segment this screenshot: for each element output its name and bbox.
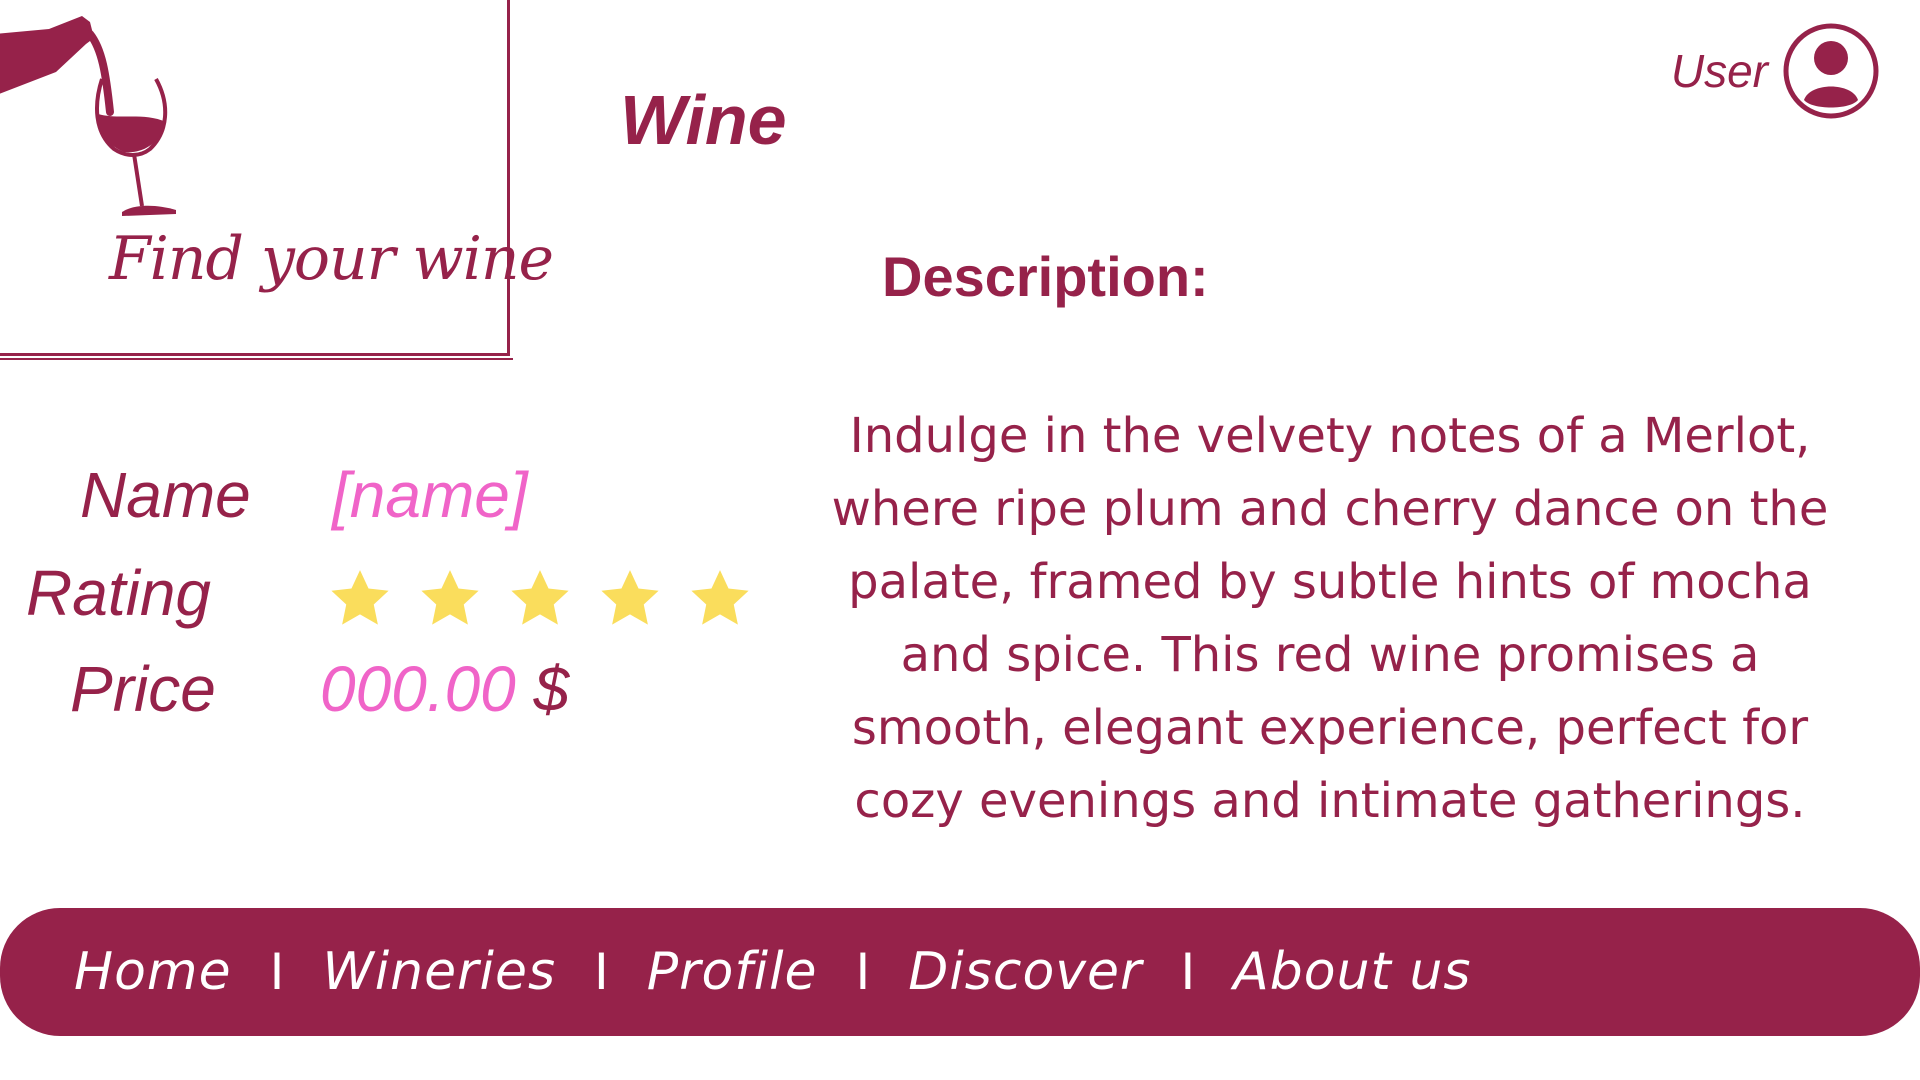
- user-menu[interactable]: User: [1671, 22, 1880, 120]
- nav-separator: I: [1180, 943, 1196, 1001]
- star-icon[interactable]: [506, 566, 574, 632]
- rating-stars[interactable]: [326, 566, 754, 632]
- nav-item-wineries[interactable]: Wineries: [322, 942, 556, 1002]
- bottom-nav: Home I Wineries I Profile I Discover I About us: [0, 908, 1920, 1036]
- user-avatar-icon[interactable]: [1782, 22, 1880, 120]
- description-heading: Description:: [882, 245, 1209, 308]
- star-icon[interactable]: [416, 566, 484, 632]
- nav-item-discover[interactable]: Discover: [908, 942, 1142, 1002]
- nav-item-home[interactable]: Home: [74, 942, 232, 1002]
- wine-detail-page: Find your wine Wine User Description: In…: [0, 0, 1920, 1080]
- nav-separator: I: [269, 943, 285, 1001]
- logo-text: Find your wine: [109, 224, 554, 294]
- nav-separator: I: [855, 943, 871, 1001]
- star-icon[interactable]: [326, 566, 394, 632]
- page-title: Wine: [620, 81, 787, 159]
- user-label: User: [1670, 45, 1768, 97]
- nav-item-about-us[interactable]: About us: [1233, 942, 1471, 1002]
- nav-item-profile[interactable]: Profile: [647, 942, 818, 1002]
- price-amount: 000.00: [320, 653, 516, 725]
- wine-pour-icon: [0, 16, 176, 216]
- name-label: Name: [80, 459, 251, 531]
- rating-label: Rating: [26, 557, 211, 629]
- star-icon[interactable]: [596, 566, 664, 632]
- star-icon[interactable]: [686, 566, 754, 632]
- name-value: [name]: [332, 459, 528, 531]
- price-currency: $: [533, 653, 570, 725]
- price-value: 000.00 $: [320, 652, 569, 726]
- nav-separator: I: [594, 943, 609, 1001]
- logo[interactable]: Find your wine: [0, 0, 554, 360]
- description-text: Indulge in the velvety notes of a Merlot…: [831, 408, 1829, 829]
- price-label: Price: [70, 653, 216, 725]
